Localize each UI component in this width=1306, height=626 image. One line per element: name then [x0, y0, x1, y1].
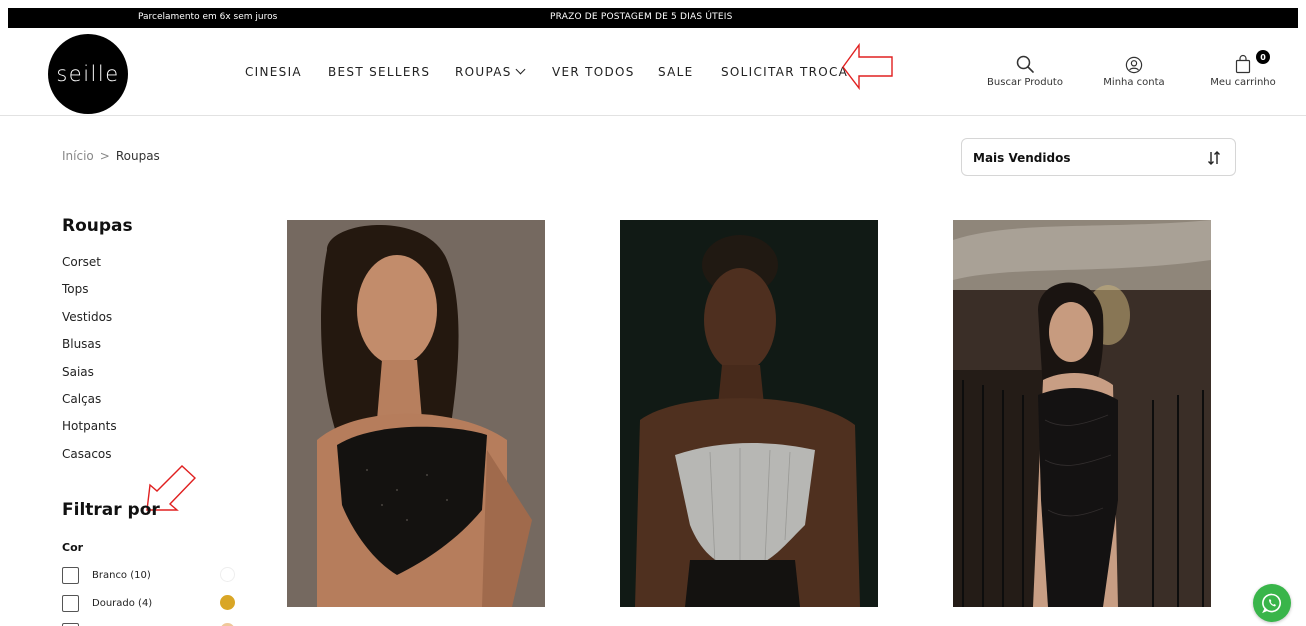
cart-label: Meu carrinho: [1210, 77, 1276, 88]
nav-item-sale[interactable]: SALE: [658, 65, 694, 81]
search-label: Buscar Produto: [987, 77, 1063, 88]
nav-item-ver-todos[interactable]: VER TODOS: [552, 65, 635, 81]
user-circle-icon: [1089, 52, 1179, 74]
category-item-corset[interactable]: Corset: [62, 255, 117, 282]
color-swatch-white: [220, 567, 235, 582]
whatsapp-button[interactable]: [1253, 584, 1291, 622]
nav-item-roupas-label: ROUPAS: [455, 65, 512, 79]
chevron-down-icon: [515, 64, 526, 75]
color-filter-option-branco[interactable]: Branco (10): [62, 567, 242, 585]
logo[interactable]: seille: [48, 34, 128, 114]
color-swatch-gold: [220, 595, 235, 610]
sort-arrows-icon: [1207, 150, 1221, 170]
breadcrumb-separator: >: [99, 149, 110, 163]
breadcrumb: Início > Roupas: [62, 149, 160, 163]
account-label: Minha conta: [1103, 77, 1165, 88]
search-icon: [980, 52, 1070, 74]
color-filter-heading: Cor: [62, 541, 84, 554]
cart-count-badge: 0: [1256, 50, 1270, 64]
category-item-casacos[interactable]: Casacos: [62, 447, 117, 474]
color-filter-checkbox[interactable]: [62, 595, 79, 612]
cart-button[interactable]: 0 Meu carrinho: [1198, 50, 1288, 88]
color-filter-label: Branco (10): [92, 570, 151, 581]
shipping-message: PRAZO DE POSTAGEM DE 5 DIAS ÚTEIS: [550, 12, 733, 22]
site-header: seille CINESIA BEST SELLERS ROUPAS VER T…: [0, 28, 1306, 116]
breadcrumb-home[interactable]: Início: [62, 149, 94, 163]
category-item-hotpants[interactable]: Hotpants: [62, 419, 117, 446]
sort-select[interactable]: Mais Vendidos: [961, 138, 1236, 176]
category-item-calcas[interactable]: Calças: [62, 392, 117, 419]
nav-item-solicitar-troca[interactable]: SOLICITAR TROCA: [721, 65, 848, 81]
category-list: Corset Tops Vestidos Blusas Saias Calças…: [62, 255, 117, 474]
product-image[interactable]: [953, 220, 1211, 607]
installments-message: Parcelamento em 6x sem juros: [138, 12, 278, 22]
category-item-blusas[interactable]: Blusas: [62, 337, 117, 364]
announcement-bar: Parcelamento em 6x sem juros PRAZO DE PO…: [8, 8, 1298, 28]
account-button[interactable]: Minha conta: [1089, 52, 1179, 88]
nav-item-roupas[interactable]: ROUPAS: [455, 64, 526, 81]
breadcrumb-current: Roupas: [115, 149, 160, 163]
whatsapp-icon: [1262, 593, 1281, 614]
annotation-arrow-icon: [842, 42, 893, 91]
nav-item-best-sellers[interactable]: BEST SELLERS: [328, 65, 430, 81]
category-item-saias[interactable]: Saias: [62, 365, 117, 392]
color-filter-checkbox[interactable]: [62, 567, 79, 584]
color-filter-label: Dourado (4): [92, 598, 153, 609]
category-item-tops[interactable]: Tops: [62, 282, 117, 309]
nav-item-cinesia[interactable]: CINESIA: [245, 65, 302, 81]
sort-selected-value: Mais Vendidos: [973, 151, 1071, 165]
filter-title: Filtrar por: [62, 500, 160, 520]
shopping-bag-icon: [1198, 52, 1288, 74]
category-item-vestidos[interactable]: Vestidos: [62, 310, 117, 337]
sidebar-title: Roupas: [62, 216, 133, 236]
product-image[interactable]: [620, 220, 878, 607]
search-button[interactable]: Buscar Produto: [980, 52, 1070, 88]
color-filter-option-dourado[interactable]: Dourado (4): [62, 595, 242, 613]
product-image[interactable]: [287, 220, 545, 607]
